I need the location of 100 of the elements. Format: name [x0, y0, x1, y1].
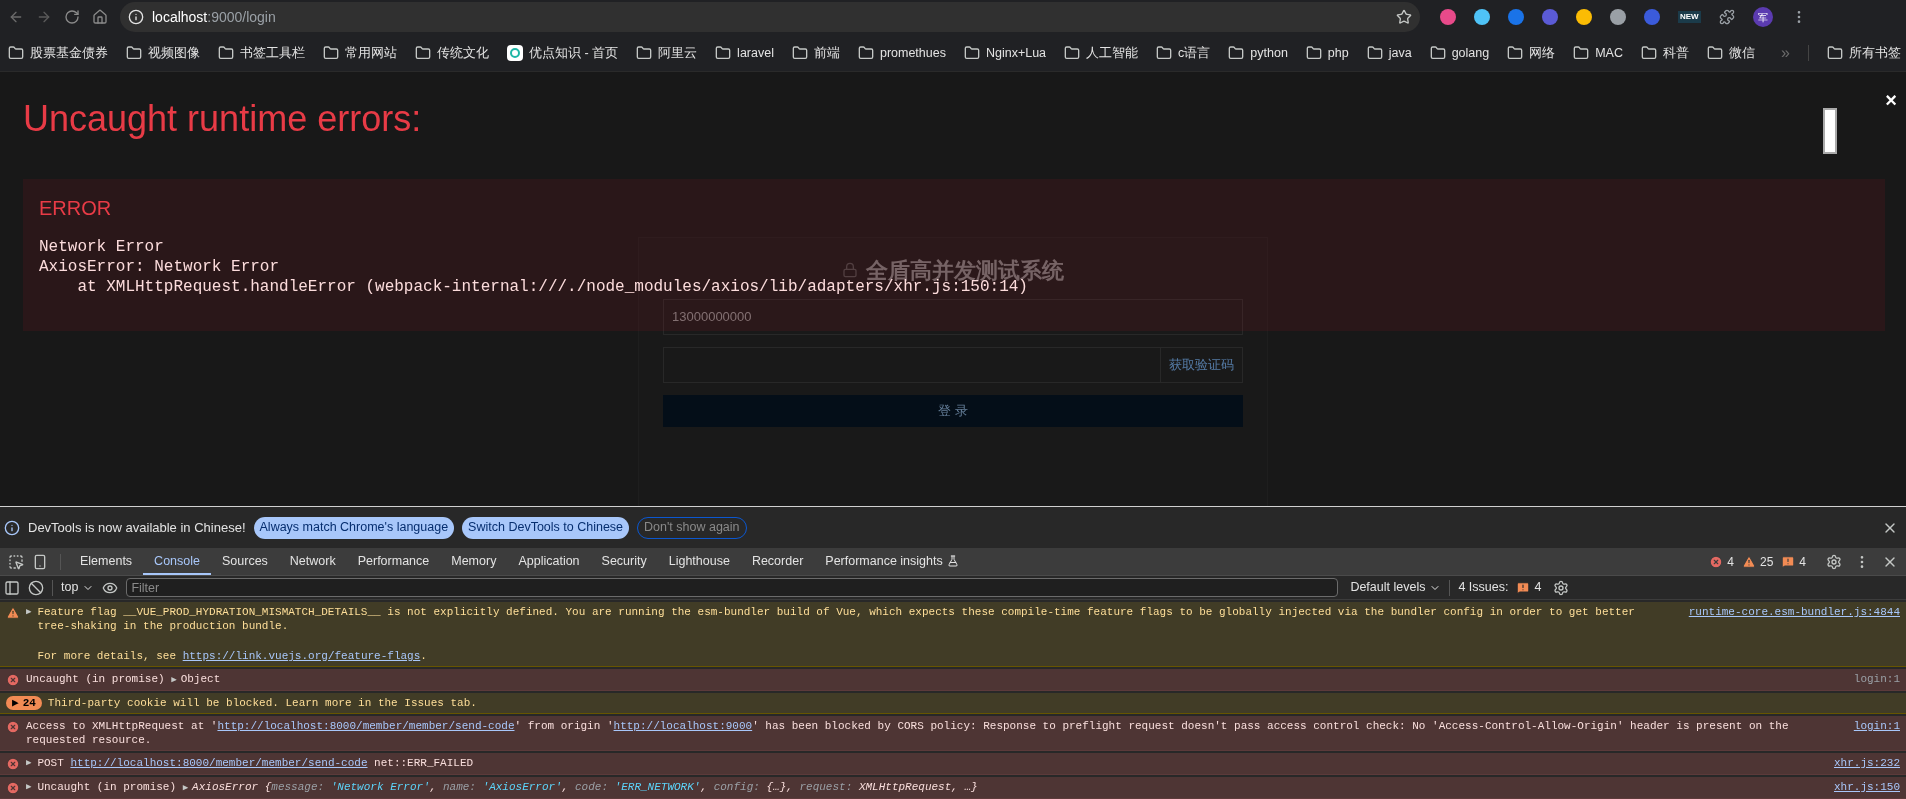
bookmark-item[interactable]: 科普	[1637, 43, 1693, 63]
context-select[interactable]: top	[61, 578, 95, 597]
issue-icon	[1781, 555, 1796, 569]
bookmark-item[interactable]: 视频图像	[122, 43, 204, 63]
folder-icon	[126, 44, 142, 61]
expand-arrow[interactable]: ▶	[26, 780, 32, 794]
folder-icon	[715, 44, 732, 61]
info-icon	[4, 519, 20, 536]
message-link[interactable]: http://localhost:9000	[613, 720, 753, 732]
source-link[interactable]: runtime-core.esm-bundler.js:4844	[1688, 605, 1900, 619]
bookmark-item[interactable]: php	[1301, 43, 1353, 63]
bookmark-item[interactable]: 网络	[1503, 43, 1560, 63]
bookmark-item[interactable]: c语言	[1152, 43, 1215, 63]
folder-icon	[1826, 44, 1843, 61]
bookmark-item[interactable]: promethues	[853, 43, 950, 63]
bookmark-item[interactable]: 常用网站	[319, 43, 401, 63]
bookmark-item[interactable]: 阿里云	[632, 43, 702, 63]
settings-icon[interactable]	[1553, 579, 1570, 596]
phone-field[interactable]: 13000000000	[663, 298, 1243, 335]
devtools-tab[interactable]: Lighthouse	[657, 549, 741, 575]
bookmark-item[interactable]: laravel	[711, 43, 778, 63]
folder-icon	[1156, 44, 1173, 61]
devtools-tab[interactable]: Console	[143, 549, 211, 575]
bookmark-item[interactable]: python	[1224, 43, 1292, 63]
expand-arrow[interactable]: ▶	[182, 783, 189, 793]
levels-dropdown[interactable]: Default levels	[1350, 578, 1442, 597]
devtools-tab[interactable]: Application	[507, 549, 591, 575]
home-icon[interactable]	[92, 9, 108, 26]
devtools-tab[interactable]: Elements	[69, 549, 144, 575]
devtools-tab[interactable]: Performance	[346, 549, 441, 575]
settings-icon[interactable]	[1826, 554, 1842, 570]
message-text: For more details, see https://link.vuejs.org/feature-flags.	[37, 649, 428, 663]
banner-button[interactable]: Always match Chrome's language	[253, 516, 455, 539]
bookmark-star-icon[interactable]	[1396, 9, 1412, 26]
profile-avatar[interactable]: 军	[1752, 7, 1773, 28]
inspect-icon[interactable]	[8, 554, 24, 570]
error-count[interactable]: 4	[1709, 553, 1734, 571]
reload-icon[interactable]	[64, 9, 80, 26]
bookmark-item[interactable]: 股票基金债券	[4, 43, 112, 63]
bookmark-item[interactable]: 人工智能	[1060, 43, 1143, 63]
site-icon	[507, 44, 523, 61]
info-icon[interactable]	[128, 9, 144, 26]
overlay-scrollbar	[1823, 107, 1838, 154]
expand-arrow[interactable]: ▶	[171, 675, 177, 685]
code-field[interactable]: 获取验证码	[663, 346, 1243, 383]
address-bar[interactable]: localhost:9000/login	[120, 2, 1420, 33]
extension-icon[interactable]	[1440, 9, 1456, 26]
issues-count[interactable]: 4	[1516, 578, 1542, 597]
bookmark-item[interactable]: 书签工具栏	[214, 43, 309, 63]
message-text: Access to XMLHttpRequest at 'http://localhost:8000/member/member/send-code' from origin 'http://localhost:9000' has been blocked by CORS policy: Response to preflight request doesn't pass access control check: No 'Access-Control-Allow-Origin' header is present on the requested resource.	[26, 719, 1790, 747]
flask-icon	[946, 555, 959, 567]
expand-arrow[interactable]: ▶	[26, 605, 32, 619]
message-text: Uncaught (in promise) ▶ AxiosError {message: 'Network Error', name: 'AxiosError', code: 'ERR_NETWORK', config: {…}, request: XMLHttpRequest, …}	[37, 780, 979, 795]
bookmark-item[interactable]: MAC	[1569, 43, 1627, 63]
extensions-icon[interactable]	[1718, 9, 1735, 26]
error-line: AxiosError: Network Error	[39, 256, 280, 277]
lock-icon	[842, 262, 858, 279]
warning-count[interactable]: 25	[1741, 553, 1774, 571]
close-button[interactable]: ×	[1885, 89, 1897, 110]
banner-text: DevTools is now available in Chinese!	[28, 518, 246, 537]
message-link[interactable]: http://localhost:8000/member/member/send-code	[70, 757, 368, 769]
bookmark-item[interactable]: 优点知识 - 首页	[503, 43, 623, 63]
devtools-tab[interactable]: Memory	[440, 549, 508, 575]
bookmark-item[interactable]: java	[1362, 43, 1416, 63]
bookmark-item[interactable]: Nginx+Lua	[959, 43, 1051, 63]
filter-field[interactable]: Filter	[126, 578, 1339, 597]
devtools-tab[interactable]: Sources	[211, 549, 279, 575]
device-icon[interactable]	[32, 554, 48, 570]
message-link[interactable]: http://localhost:8000/member/member/send-code	[217, 720, 515, 732]
issues-label: 4 Issues:	[1458, 579, 1509, 597]
get-code-button[interactable]: 获取验证码	[1160, 347, 1242, 382]
bookmark-item[interactable]: 所有书签	[1826, 43, 1901, 63]
extension-icon[interactable]	[1576, 9, 1592, 26]
bookmark-item[interactable]: 前端	[787, 43, 844, 63]
source-link[interactable]: login:1	[1853, 719, 1900, 733]
message-link[interactable]: https://link.vuejs.org/feature-flags	[182, 650, 421, 662]
clear-icon[interactable]	[28, 579, 44, 596]
issue-count-badge[interactable]: ▶ 24	[6, 696, 42, 710]
bookmark-item[interactable]: 微信	[1703, 43, 1759, 63]
source-link[interactable]: login:1	[1853, 672, 1900, 686]
devtools-tab[interactable]: Security	[590, 549, 658, 575]
login-button[interactable]: 登 录	[663, 394, 1243, 427]
devtools-tab[interactable]: Performance insights	[814, 549, 970, 575]
extension-badge[interactable]: NEW	[1678, 11, 1701, 24]
issue-icon	[1516, 580, 1531, 595]
devtools-tab[interactable]: Network	[278, 549, 347, 575]
devtools-tab[interactable]: Recorder	[740, 549, 815, 575]
source-link[interactable]: xhr.js:150	[1834, 780, 1900, 794]
folder-icon	[1573, 44, 1590, 61]
extension-icon[interactable]	[1610, 9, 1626, 26]
bookmark-item[interactable]: golang	[1425, 43, 1494, 63]
folder-icon	[415, 44, 431, 61]
banner-button[interactable]: Switch DevTools to Chinese	[462, 516, 630, 539]
bookmark-item[interactable]: 传统文化	[411, 43, 493, 63]
extension-icon[interactable]	[1474, 9, 1490, 26]
sidebar-icon[interactable]	[4, 579, 20, 596]
issue-count[interactable]: 4	[1781, 553, 1806, 571]
expand-arrow[interactable]: ▶	[26, 756, 32, 770]
folder-icon	[1507, 44, 1524, 61]
source-link[interactable]: xhr.js:232	[1834, 756, 1900, 770]
